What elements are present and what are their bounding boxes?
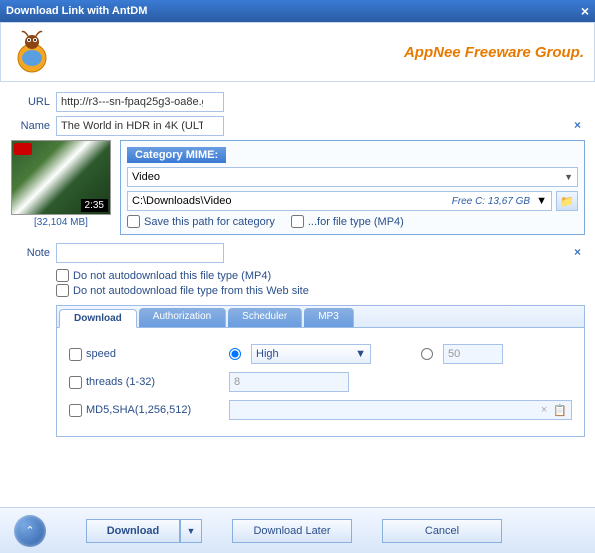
- tab-scheduler[interactable]: Scheduler: [228, 308, 302, 327]
- speed-preset-radio[interactable]: [229, 348, 241, 360]
- name-label: Name: [10, 120, 56, 132]
- download-dropdown[interactable]: ▼: [180, 519, 202, 543]
- download-later-button[interactable]: Download Later: [232, 519, 352, 543]
- chevron-down-icon: ▼: [187, 526, 196, 536]
- tab-mp3[interactable]: MP3: [304, 308, 354, 327]
- thumbnail-column: 2:35 [32,104 MB]: [10, 140, 112, 235]
- collapse-button[interactable]: ⌃: [14, 515, 46, 547]
- no-autodownload-site-checkbox[interactable]: Do not autodownload file type from this …: [56, 284, 585, 297]
- category-panel: Category MIME: Video ▼ C:\Downloads\Vide…: [120, 140, 585, 235]
- chevron-down-icon: ▼: [355, 348, 366, 360]
- chevron-up-icon: ⌃: [25, 524, 34, 537]
- category-select[interactable]: Video ▼: [127, 167, 578, 187]
- path-select[interactable]: C:\Downloads\Video Free C: 13,67 GB ▼: [127, 191, 552, 211]
- tab-headers: Download Authorization Scheduler MP3: [57, 306, 584, 328]
- options-tabs: Download Authorization Scheduler MP3 spe…: [56, 305, 585, 437]
- file-size-text: [32,104 MB]: [34, 217, 88, 228]
- name-input[interactable]: [56, 116, 224, 136]
- note-input[interactable]: [56, 243, 224, 263]
- browse-button[interactable]: 📁: [556, 191, 578, 211]
- banner: AppNee Freeware Group.: [0, 22, 595, 82]
- url-input[interactable]: [56, 92, 224, 112]
- note-label: Note: [10, 247, 56, 259]
- title-bar: Download Link with AntDM ×: [0, 0, 595, 22]
- download-split-button: Download ▼: [86, 519, 202, 543]
- main-panel: URL Name × 2:35 [32,104 MB] Category MIM…: [0, 82, 595, 445]
- close-icon[interactable]: ×: [581, 3, 589, 19]
- speed-checkbox[interactable]: speed: [69, 348, 219, 361]
- clear-hash-icon[interactable]: ×: [541, 404, 547, 416]
- window-title: Download Link with AntDM: [6, 5, 147, 17]
- speed-custom-radio[interactable]: [421, 348, 433, 360]
- folder-icon: 📁: [560, 195, 574, 208]
- save-path-checkbox[interactable]: Save this path for category: [127, 215, 275, 228]
- threads-checkbox[interactable]: threads (1-32): [69, 376, 219, 389]
- chevron-down-icon: ▼: [564, 172, 573, 182]
- path-value: C:\Downloads\Video: [132, 195, 231, 207]
- no-autodownload-type-checkbox[interactable]: Do not autodownload this file type (MP4): [56, 269, 585, 282]
- tab-body-download: speed High ▼ threads (1-32): [57, 328, 584, 436]
- bottom-bar: ⌃ Download ▼ Download Later Cancel: [0, 507, 595, 553]
- chevron-down-icon: ▼: [536, 195, 547, 207]
- tab-download[interactable]: Download: [59, 309, 137, 328]
- note-row: Note ×: [10, 243, 585, 263]
- speed-custom-input[interactable]: [443, 344, 503, 364]
- ant-logo-icon: [5, 25, 59, 79]
- clear-note-icon[interactable]: ×: [574, 245, 581, 259]
- threads-input[interactable]: [229, 372, 349, 392]
- category-value: Video: [132, 171, 160, 183]
- speed-select[interactable]: High ▼: [251, 344, 371, 364]
- cancel-button[interactable]: Cancel: [382, 519, 502, 543]
- hash-checkbox[interactable]: MD5,SHA(1,256,512): [69, 404, 219, 417]
- hash-input[interactable]: × 📋: [229, 400, 572, 420]
- url-row: URL: [10, 92, 585, 112]
- tab-authorization[interactable]: Authorization: [139, 308, 226, 327]
- duration-badge: 2:35: [81, 199, 108, 212]
- url-label: URL: [10, 96, 56, 108]
- name-row: Name ×: [10, 116, 585, 136]
- category-title: Category MIME:: [127, 147, 226, 163]
- youtube-badge-icon: [14, 143, 32, 155]
- brand-text: AppNee Freeware Group.: [404, 44, 584, 61]
- free-space-text: Free C: 13,67 GB: [452, 196, 530, 207]
- for-filetype-checkbox[interactable]: ...for file type (MP4): [291, 215, 404, 228]
- clear-name-icon[interactable]: ×: [574, 118, 581, 132]
- download-button[interactable]: Download: [86, 519, 180, 543]
- video-thumbnail[interactable]: 2:35: [11, 140, 111, 215]
- paste-icon[interactable]: 📋: [553, 404, 567, 417]
